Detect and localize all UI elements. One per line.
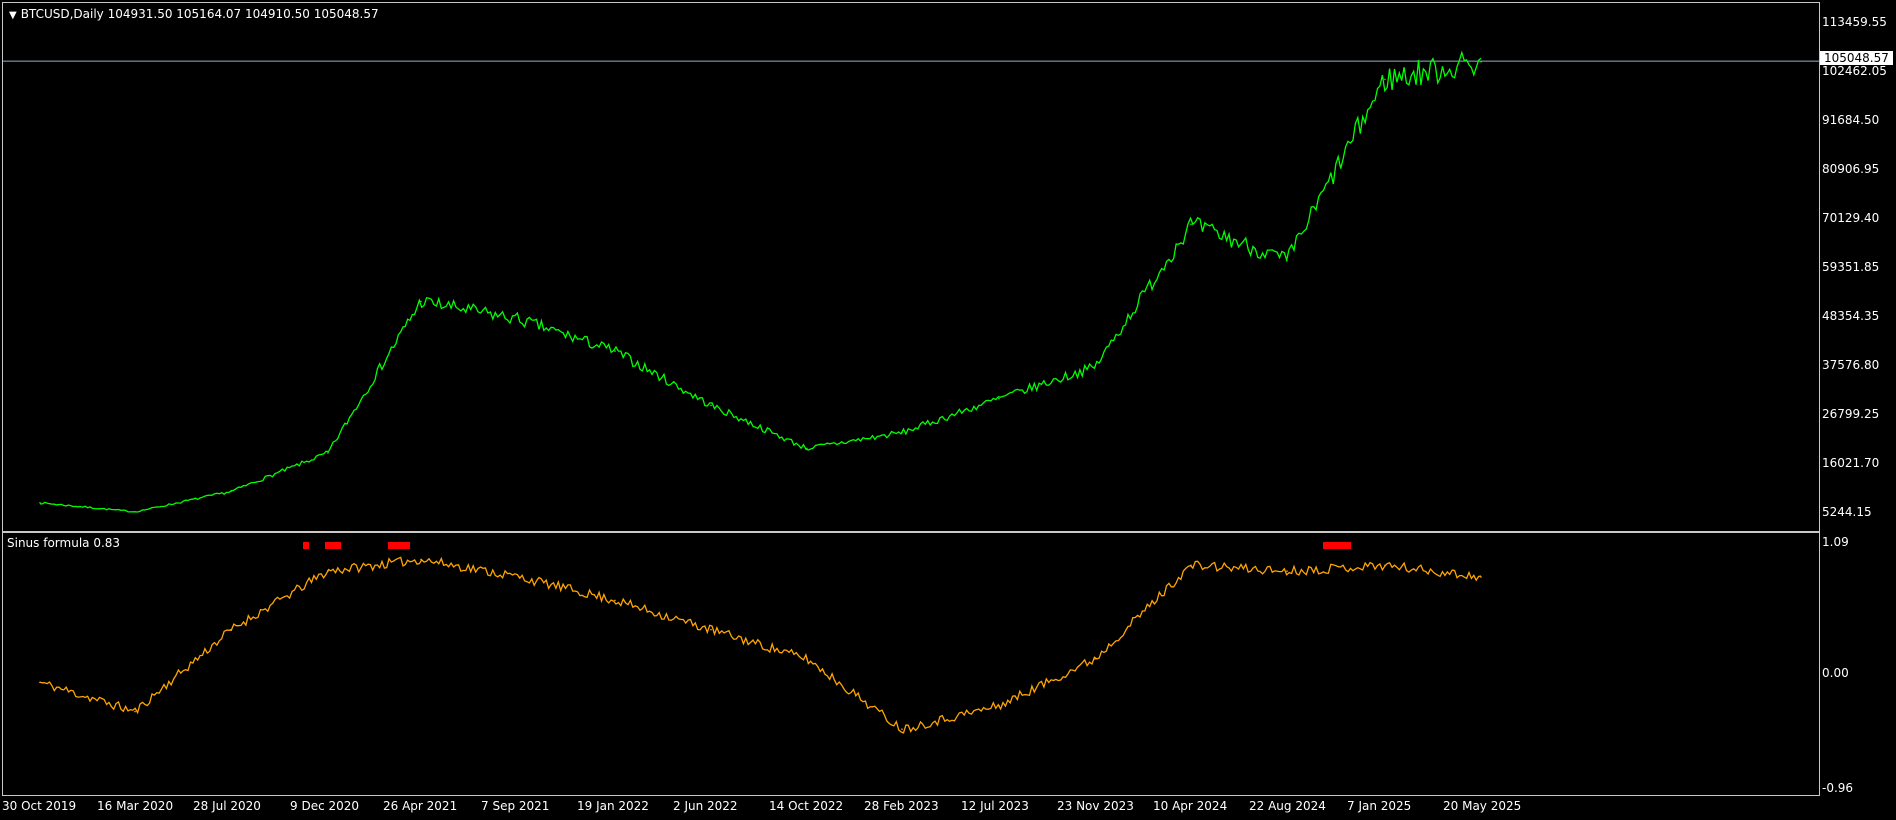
- time-axis-label: 7 Jan 2025: [1347, 799, 1412, 813]
- indicator-data-point: [39, 681, 41, 684]
- indicator-data-point: [327, 570, 329, 572]
- price-axis-label: 37576.80: [1822, 358, 1880, 372]
- indicator-title: Sinus formula 0.83: [7, 536, 121, 550]
- indicator-axis-label: 0.00: [1822, 666, 1849, 680]
- current-price-tag: 105048.57: [1820, 51, 1893, 65]
- price-axis-label: 48354.35: [1822, 309, 1880, 323]
- time-axis-label: 9 Dec 2020: [290, 799, 360, 813]
- price-axis-label: 113459.55: [1822, 15, 1887, 29]
- indicator-data-point: [710, 628, 712, 631]
- time-axis-label: 23 Nov 2023: [1057, 799, 1134, 813]
- indicator-data-point: [1480, 576, 1482, 578]
- time-axis-label: 12 Jul 2023: [961, 799, 1029, 813]
- price-axis-label: 5244.15: [1822, 505, 1872, 519]
- price-data-point: [710, 404, 712, 407]
- signal-marker: [1323, 542, 1351, 549]
- price-data-point: [806, 447, 808, 450]
- price-data-point: [327, 452, 329, 454]
- indicator-data-point: [1384, 564, 1386, 567]
- time-axis-label: 28 Feb 2023: [864, 799, 939, 813]
- indicator-data-point: [998, 704, 1000, 707]
- signal-marker: [303, 542, 309, 549]
- time-axis-label: 14 Oct 2022: [769, 799, 844, 813]
- time-axis-label: 30 Oct 2019: [2, 799, 77, 813]
- price-data-point: [1480, 60, 1482, 63]
- indicator-data-point: [901, 728, 903, 730]
- price-data-point: [1190, 223, 1192, 226]
- price-axis-label: 16021.70: [1822, 456, 1880, 470]
- indicator-data-point: [134, 710, 136, 713]
- time-axis-label: 22 Aug 2024: [1249, 799, 1326, 813]
- signal-marker: [388, 542, 410, 549]
- price-data-point: [1094, 366, 1096, 368]
- price-axis-label: 59351.85: [1822, 260, 1880, 274]
- time-axis-label: 20 May 2025: [1443, 799, 1522, 813]
- indicator-data-point: [1190, 564, 1192, 567]
- time-axis-label: 16 Mar 2020: [97, 799, 174, 813]
- chart-title: ▼ BTCUSD,Daily 104931.50 105164.07 104910…: [9, 7, 379, 21]
- price-data-point: [1384, 78, 1386, 81]
- indicator-axis-label: -0.96: [1822, 781, 1854, 795]
- chart-title-text: BTCUSD,Daily 104931.50 105164.07 104910.…: [20, 7, 379, 21]
- time-axis-label: 2 Jun 2022: [673, 799, 738, 813]
- indicator-data-point: [420, 558, 422, 561]
- indicator-data-point: [518, 576, 520, 578]
- indicator-data-point: [230, 628, 232, 631]
- indicator-pane[interactable]: Sinus formula 0.83: [2, 532, 1820, 796]
- indicator-data-point: [1286, 570, 1288, 572]
- time-axis-label: 10 Apr 2024: [1153, 799, 1228, 813]
- collapse-triangle-icon[interactable]: ▼: [9, 10, 17, 21]
- price-axis-label: 102462.05: [1822, 64, 1887, 78]
- price-data-point: [901, 431, 903, 434]
- price-data-point: [39, 501, 41, 504]
- price-axis-label: 91684.50: [1822, 113, 1880, 127]
- price-data-point: [1286, 259, 1288, 262]
- price-data-point: [420, 300, 422, 303]
- indicator-series-line: [39, 556, 1482, 734]
- indicator-data-point: [806, 658, 808, 660]
- price-series-line: [39, 50, 1482, 513]
- indicator-data-point: [1094, 658, 1096, 660]
- price-data-point: [230, 490, 232, 493]
- time-axis-label: 7 Sep 2021: [481, 799, 550, 813]
- price-data-point: [518, 318, 520, 321]
- signal-marker: [325, 542, 341, 549]
- time-axis-label: 28 Jul 2020: [193, 799, 261, 813]
- price-axis-label: 26799.25: [1822, 407, 1880, 421]
- price-data-point: [998, 397, 1000, 400]
- price-axis-label: 70129.40: [1822, 211, 1880, 225]
- time-axis-label: 26 Apr 2021: [383, 799, 458, 813]
- time-axis-label: 19 Jan 2022: [577, 799, 649, 813]
- price-chart-pane[interactable]: ▼ BTCUSD,Daily 104931.50 105164.07 104910…: [2, 2, 1820, 532]
- indicator-axis-label: 1.09: [1822, 535, 1849, 549]
- price-data-point: [134, 511, 136, 513]
- price-axis-label: 80906.95: [1822, 162, 1880, 176]
- price-data-point: [614, 350, 616, 352]
- price-chart: [3, 50, 1819, 513]
- indicator-chart: [39, 542, 1482, 734]
- indicator-data-point: [614, 599, 616, 602]
